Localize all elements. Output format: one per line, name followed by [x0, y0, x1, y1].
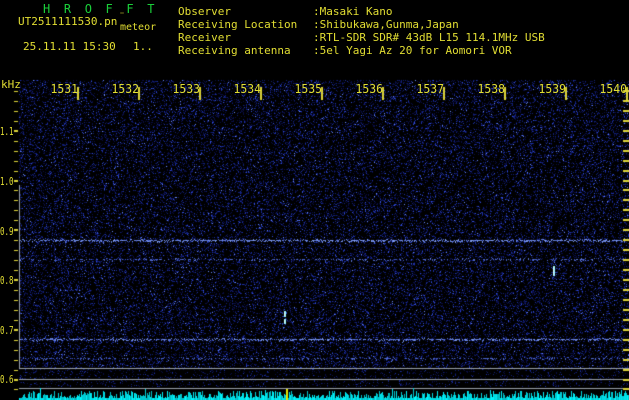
- field-label-observer: Observer: [178, 5, 231, 18]
- y-tick-label-1-1: 1.1: [0, 125, 14, 138]
- x-tick-label-1540: 1540: [599, 82, 627, 96]
- field-value-observer: :Masaki Kano: [313, 5, 393, 18]
- x-tick-label-1536: 1536: [355, 82, 383, 96]
- field-value-receiver: :RTL-SDR SDR# 43dB L15 114.1MHz USB: [313, 31, 545, 44]
- y-tick-label-1-0: 1.0: [0, 175, 14, 188]
- app-title: H R O F F T: [43, 2, 158, 16]
- field-value-receiving-location: :Shibukawa,Gunma,Japan: [313, 18, 459, 31]
- frame-datetime: 25.11.11 15:30: [23, 40, 116, 53]
- y-tick-label-0-6: 0.6: [0, 373, 14, 386]
- x-tick-label-1537: 1537: [416, 82, 444, 96]
- field-label-receiving-location: Receiving Location: [178, 18, 298, 31]
- frame-filename: UT2511111530.pn: [18, 15, 118, 28]
- x-tick-label-1534: 1534: [233, 82, 261, 96]
- x-tick-label-1533: 1533: [172, 82, 200, 96]
- echo-counter: 1..: [133, 40, 153, 53]
- y-tick-label-0-9: 0.9: [0, 225, 14, 238]
- x-tick-label-1532: 1532: [111, 82, 139, 96]
- field-value-receiving-antenna: :5el Yagi Az 20 for Aomori VOR: [313, 44, 512, 57]
- spectrogram-canvas: [0, 0, 629, 400]
- x-tick-label-1531: 1531: [50, 82, 78, 96]
- hrofft-output-screen: H R O F F T UT2511111530.pn ¨ meteor 25.…: [0, 0, 629, 400]
- mode-label: meteor: [120, 22, 157, 33]
- x-tick-label-1535: 1535: [294, 82, 322, 96]
- y-tick-label-0-7: 0.7: [0, 324, 14, 337]
- y-tick-label-0-8: 0.8: [0, 274, 14, 287]
- x-tick-label-1539: 1539: [538, 82, 566, 96]
- field-label-receiver: Receiver: [178, 31, 231, 44]
- y-axis-unit-label: kHz: [1, 78, 21, 91]
- x-tick-label-1538: 1538: [477, 82, 505, 96]
- field-label-receiving-antenna: Receiving antenna: [178, 44, 291, 57]
